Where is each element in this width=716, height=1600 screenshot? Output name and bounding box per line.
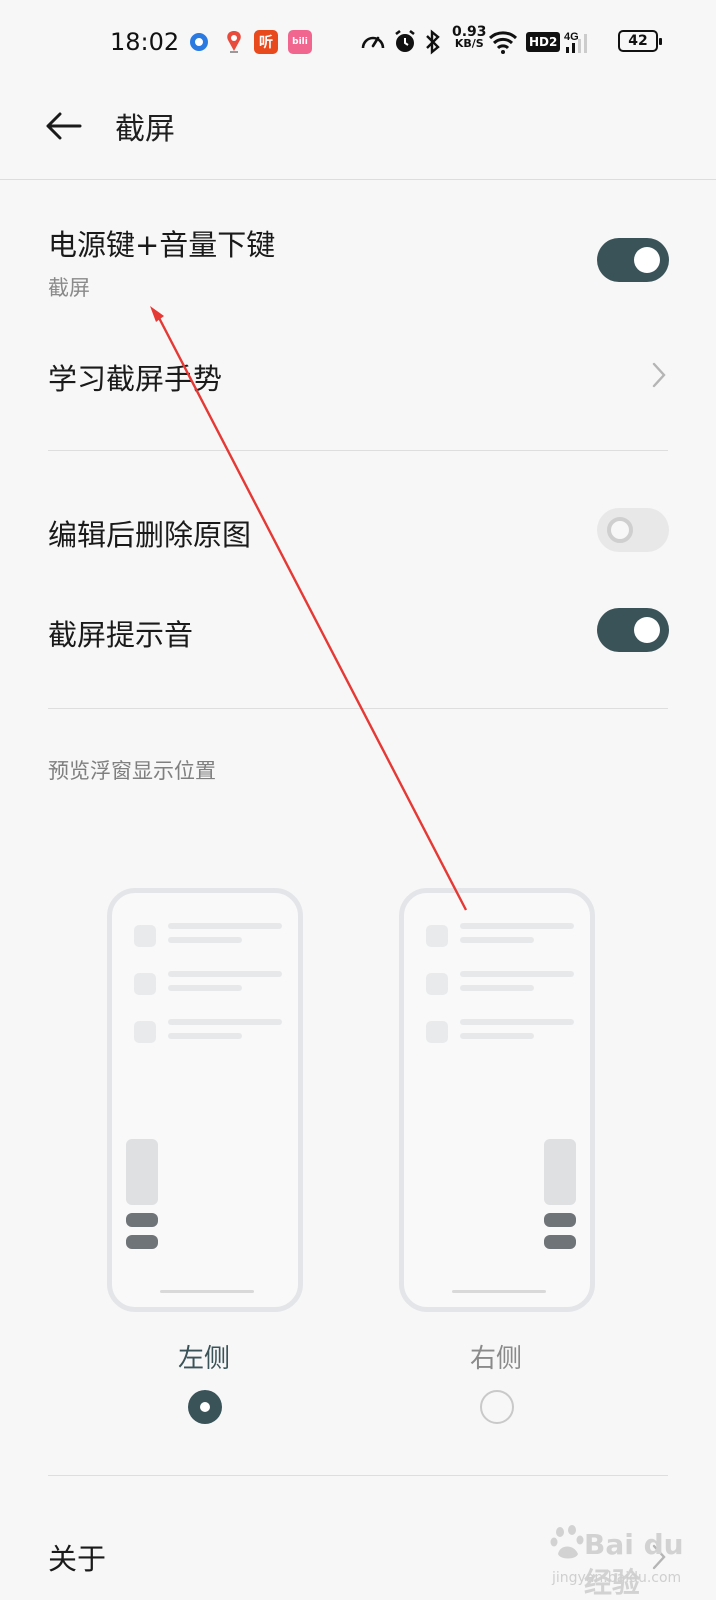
paw-logo-icon	[550, 1525, 584, 1559]
radio-left[interactable]	[188, 1390, 222, 1424]
network-type-text: 4G	[564, 31, 579, 43]
listen-app-icon: 听	[254, 30, 278, 54]
setting-title: 学习截屏手势	[48, 362, 223, 396]
bilibili-app-icon: bili	[288, 30, 312, 54]
setting-learn-gesture[interactable]: 学习截屏手势	[0, 342, 716, 414]
battery-indicator: 42	[618, 30, 662, 52]
watermark-brand: Bai du 经验	[584, 1528, 684, 1599]
phone-preview-right[interactable]	[399, 888, 595, 1312]
floating-preview-thumb	[126, 1139, 158, 1205]
divider	[48, 450, 668, 451]
setting-title: 电源键+音量下键	[48, 228, 276, 262]
divider	[48, 708, 668, 709]
hd-badge: HD2	[526, 32, 561, 52]
watermark-url: jingyan.baidu.com	[552, 1570, 682, 1586]
app-bar: 截屏	[0, 84, 716, 180]
location-dot-icon	[190, 30, 208, 54]
setting-power-volume[interactable]: 电源键+音量下键 截屏	[0, 200, 716, 312]
setting-title: 编辑后删除原图	[48, 518, 252, 552]
power-volume-toggle[interactable]	[597, 238, 669, 282]
status-bar: 18:02 听 bili 0.93 KB/S HD2 4G 42	[0, 0, 716, 84]
delete-original-toggle[interactable]	[597, 508, 669, 552]
floating-preview-thumb	[544, 1139, 576, 1205]
back-button[interactable]	[42, 104, 86, 148]
option-left-label: 左侧	[178, 1344, 231, 1374]
radio-right[interactable]	[480, 1390, 514, 1424]
setting-title: 截屏提示音	[48, 618, 194, 652]
alarm-icon	[392, 29, 418, 54]
bluetooth-icon	[424, 29, 442, 55]
option-right-label: 右侧	[470, 1344, 523, 1374]
screenshot-sound-toggle[interactable]	[597, 608, 669, 652]
chevron-right-icon	[652, 362, 666, 388]
wifi-icon	[488, 30, 518, 54]
speedometer-icon	[360, 30, 386, 54]
page-title: 截屏	[115, 112, 175, 147]
setting-subtitle: 截屏	[48, 276, 90, 300]
maps-pin-icon	[222, 30, 246, 54]
status-time: 18:02	[110, 28, 180, 56]
back-arrow-icon	[46, 112, 82, 140]
setting-screenshot-sound[interactable]: 截屏提示音	[0, 598, 716, 670]
net-speed: 0.93 KB/S	[452, 24, 487, 50]
section-label: 预览浮窗显示位置	[48, 759, 216, 783]
divider	[48, 1475, 668, 1476]
setting-delete-original[interactable]: 编辑后删除原图	[0, 498, 716, 570]
setting-title: 关于	[48, 1542, 107, 1576]
phone-preview-left[interactable]	[107, 888, 303, 1312]
baidu-watermark: Bai du 经验 jingyan.baidu.com	[548, 1520, 708, 1599]
signal-icon: 4G	[564, 30, 598, 54]
